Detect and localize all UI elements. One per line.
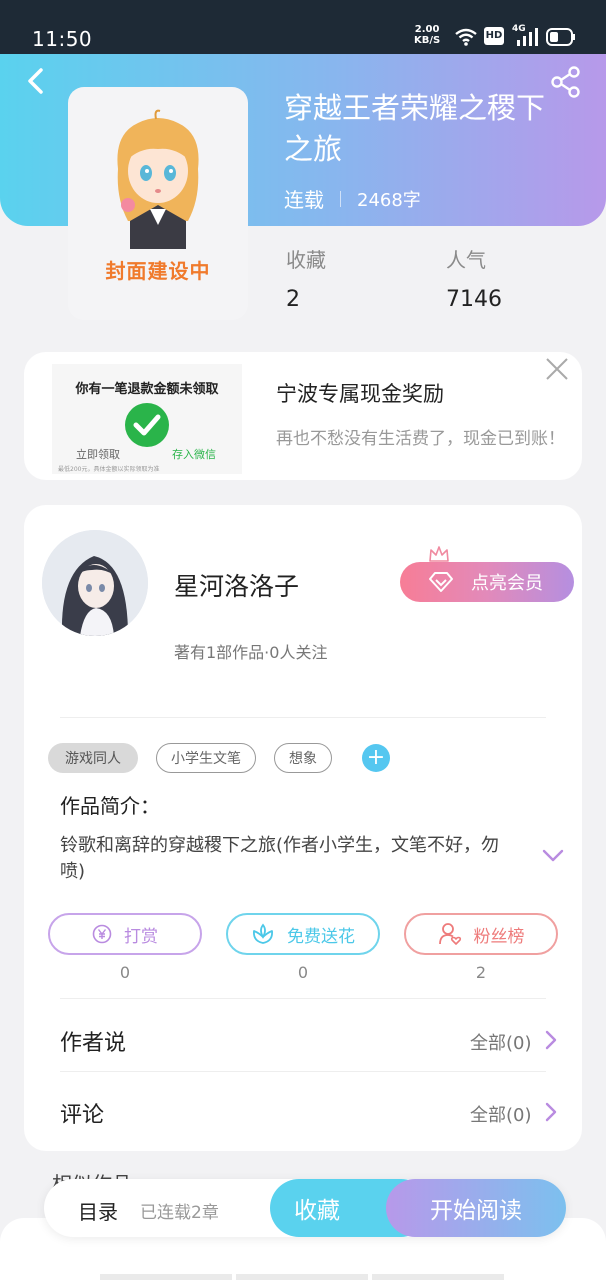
comments-label: 评论 xyxy=(60,1103,105,1128)
book-meta: 连载 2468字 xyxy=(284,184,421,213)
ad-title: 宁波专属现金奖励 xyxy=(276,382,444,406)
meta-divider xyxy=(340,190,341,207)
checkmark-icon xyxy=(125,403,169,447)
reward-label: 打赏 xyxy=(124,926,158,947)
ad-image-claim: 立即领取 xyxy=(76,448,120,461)
chevron-right-icon xyxy=(545,1102,557,1122)
chevron-down-icon[interactable] xyxy=(542,849,564,863)
hd-icon: HD xyxy=(484,27,504,45)
reward-button[interactable]: 打赏 xyxy=(48,913,202,955)
stat-favorites: 收藏 2 xyxy=(286,244,326,312)
placeholder-line xyxy=(372,1274,504,1280)
ad-banner[interactable]: 你有一笔退款金额未领取 立即领取 存入微信 最低200元，具体金额以实际领取为准… xyxy=(24,352,582,480)
divider xyxy=(60,717,546,718)
network-speed: 2.00 KB/S xyxy=(414,24,441,46)
fan-icon xyxy=(438,923,461,945)
book-detail-card: 星河洛洛子 著有1部作品·0人关注 点亮会员 游戏同人 小学生文笔 想象 + 作… xyxy=(24,505,582,1151)
start-reading-button[interactable]: 开始阅读 xyxy=(386,1179,566,1237)
reward-count: 0 xyxy=(119,963,131,982)
book-status: 连载 xyxy=(284,188,324,212)
stat-popularity: 人气 7146 xyxy=(446,244,502,312)
author-notes-all: 全部(0) xyxy=(470,1033,532,1054)
cover-placeholder-text: 封面建设中 xyxy=(105,259,211,283)
stat-value: 2 xyxy=(286,287,300,312)
book-cover[interactable]: 封面建设中 xyxy=(68,87,248,320)
word-count: 2468字 xyxy=(357,189,421,211)
divider xyxy=(60,998,546,999)
comments-all: 全部(0) xyxy=(470,1105,532,1126)
fan-ranking-button[interactable]: 粉丝榜 xyxy=(404,913,558,955)
close-icon[interactable] xyxy=(544,356,570,382)
coin-icon xyxy=(92,924,112,944)
intro-heading: 作品简介： xyxy=(60,794,160,818)
ad-image-deposit: 存入微信 xyxy=(172,448,216,461)
activate-vip-button[interactable]: 点亮会员 xyxy=(400,562,574,602)
vip-button-label: 点亮会员 xyxy=(471,573,543,594)
flower-icon xyxy=(253,923,273,944)
author-stats: 著有1部作品·0人关注 xyxy=(174,643,328,662)
add-tag-button[interactable]: + xyxy=(362,744,390,772)
tag-imagination[interactable]: 想象 xyxy=(274,743,332,773)
ad-description: 再也不愁没有生活费了，现金已到账！ xyxy=(276,429,565,449)
signal-icon xyxy=(517,28,538,46)
tag-writing-style[interactable]: 小学生文笔 xyxy=(156,743,256,773)
status-bar: 11:50 2.00 KB/S HD 4G xyxy=(0,0,606,56)
chapter-count: 已连载2章 xyxy=(140,1203,219,1223)
stat-label: 收藏 xyxy=(286,248,326,272)
placeholder-line xyxy=(236,1274,368,1280)
intro-text: 铃歌和离辞的穿越稷下之旅(作者小学生，文笔不好，勿喷) xyxy=(60,835,500,882)
ad-image: 你有一笔退款金额未领取 立即领取 存入微信 最低200元，具体金额以实际领取为准 xyxy=(52,364,242,474)
diamond-icon xyxy=(429,572,453,592)
bottom-action-bar: 目录 已连载2章 收藏 开始阅读 xyxy=(44,1179,566,1237)
wifi-icon xyxy=(455,28,477,46)
chevron-right-icon xyxy=(545,1030,557,1050)
fan-ranking-label: 粉丝榜 xyxy=(473,926,525,947)
book-title: 穿越王者荣耀之稷下之旅 xyxy=(284,91,546,166)
placeholder-line xyxy=(100,1274,232,1280)
send-flower-label: 免费送花 xyxy=(287,926,355,947)
fan-count: 2 xyxy=(475,963,487,982)
battery-icon xyxy=(546,28,575,46)
toc-label: 目录 xyxy=(78,1200,118,1224)
avatar-illustration xyxy=(42,530,148,636)
status-time: 11:50 xyxy=(32,27,93,51)
crown-icon xyxy=(429,546,449,562)
ad-image-title: 你有一笔退款金额未领取 xyxy=(75,382,219,397)
stat-label: 人气 xyxy=(446,248,486,272)
author-avatar[interactable] xyxy=(42,530,148,636)
author-name: 星河洛洛子 xyxy=(174,572,300,601)
stat-value: 7146 xyxy=(446,287,502,312)
ad-image-fine-print: 最低200元，具体金额以实际领取为准 xyxy=(58,466,160,473)
flower-count: 0 xyxy=(297,963,309,982)
send-flower-button[interactable]: 免费送花 xyxy=(226,913,380,955)
cover-placeholder-illustration xyxy=(117,109,199,249)
author-notes-label: 作者说 xyxy=(60,1031,127,1056)
divider xyxy=(60,1071,546,1072)
back-arrow-icon[interactable] xyxy=(22,66,50,96)
tag-game-fanfic[interactable]: 游戏同人 xyxy=(48,743,138,773)
